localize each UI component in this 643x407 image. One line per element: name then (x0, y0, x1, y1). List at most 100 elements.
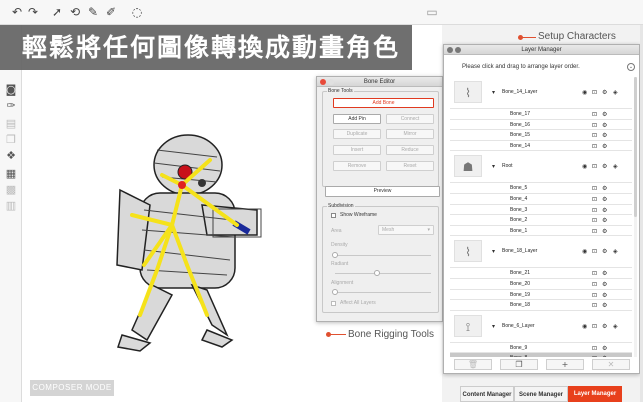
undo-icon[interactable]: ↶ (10, 5, 24, 19)
insert-button[interactable]: Insert (333, 145, 381, 155)
gear-icon[interactable]: ⚙ (602, 207, 607, 214)
gear-icon[interactable]: ⚙ (602, 228, 607, 235)
lasso-icon[interactable]: ◌ (130, 5, 144, 19)
show-wireframe-checkbox[interactable] (331, 213, 336, 218)
add-layer-button[interactable]: + (546, 359, 584, 370)
bone-row[interactable]: Bone_14 ⊡ ⚙ (450, 140, 632, 152)
reduce-button[interactable]: Reduce (386, 145, 434, 155)
lock-icon[interactable]: ⊡ (592, 228, 597, 235)
eye-icon[interactable]: ◉ (582, 163, 587, 170)
eye-icon[interactable]: ◉ (582, 248, 587, 255)
camera-icon[interactable]: ◙ (4, 83, 18, 97)
gear-icon[interactable]: ⚙ (602, 302, 607, 309)
gear-icon[interactable]: ⚙ (602, 196, 607, 203)
gear-icon[interactable]: ⚙ (602, 323, 607, 330)
alignment-slider-knob[interactable] (332, 289, 338, 295)
duplicate-button[interactable]: Duplicate (333, 129, 381, 139)
grid-icon[interactable]: ▩ (4, 183, 18, 197)
lock-icon[interactable]: ⊡ (592, 345, 597, 352)
lock-icon[interactable]: ⊡ (592, 355, 597, 357)
gear-icon[interactable]: ⚙ (602, 163, 607, 170)
bone-row[interactable]: Bone_19 ⊡ ⚙ (450, 289, 632, 301)
toolbar-option-icon[interactable]: ▭ (425, 5, 439, 19)
reset-button[interactable]: Reset (386, 161, 434, 171)
delete-layer-button[interactable]: 🗑 (454, 359, 492, 370)
layer-group-row[interactable]: ☗ ▾ Root ◉ ⊡ ⚙ ◈ (450, 151, 632, 184)
bone-row[interactable]: Bone_21 ⊡ ⚙ (450, 268, 632, 279)
bone-row[interactable]: Bone_8 ⊡ ⚙ (450, 353, 632, 357)
gear-icon[interactable]: ⚙ (602, 111, 607, 118)
bone-row[interactable]: Bone_9 ⊡ ⚙ (450, 342, 632, 354)
radiant-slider-knob[interactable] (374, 270, 380, 276)
eye-icon[interactable]: ◉ (582, 323, 587, 330)
density-slider-knob[interactable] (332, 252, 338, 258)
visibility-icon[interactable]: ◈ (613, 248, 618, 255)
lock-icon[interactable]: ⊡ (592, 281, 597, 288)
remove-layer-button[interactable]: ✕ (592, 359, 630, 370)
density-slider[interactable] (335, 255, 431, 256)
gear-icon[interactable]: ⚙ (602, 270, 607, 277)
collapse-icon[interactable]: ⌄ (627, 63, 635, 71)
lock-icon[interactable]: ⊡ (592, 122, 597, 129)
remove-button[interactable]: Remove (333, 161, 381, 171)
lock-icon[interactable]: ⊡ (592, 323, 597, 330)
lock-icon[interactable]: ⊡ (592, 207, 597, 214)
lock-icon[interactable]: ⊡ (592, 111, 597, 118)
gear-icon[interactable]: ⚙ (602, 122, 607, 129)
tab-layer-manager[interactable]: Layer Manager (568, 386, 622, 402)
gear-icon[interactable]: ⚙ (602, 143, 607, 150)
bone-row[interactable]: Bone_5 ⊡ ⚙ (450, 183, 632, 194)
transform-icon[interactable]: ⟲ (68, 5, 82, 19)
select-arrow-icon[interactable]: ➚ (50, 5, 64, 19)
redo-icon[interactable]: ↷ (26, 5, 40, 19)
bone-row[interactable]: Bone_18 ⊡ ⚙ (450, 300, 632, 311)
expand-arrow-icon[interactable]: ▾ (492, 89, 495, 96)
bone-row[interactable]: Bone_2 ⊡ ⚙ (450, 215, 632, 226)
gear-icon[interactable]: ⚙ (602, 292, 607, 299)
bone-row[interactable]: Bone_4 ⊡ ⚙ (450, 194, 632, 205)
shirt-icon[interactable]: ❖ (4, 149, 18, 163)
bone-row[interactable]: Bone_20 ⊡ ⚙ (450, 279, 632, 290)
minimize-icon[interactable] (328, 79, 334, 85)
brush-icon[interactable]: ✐ (104, 5, 118, 19)
film-icon[interactable]: ▦ (4, 167, 18, 181)
layer-group-row[interactable]: ⌇ ▾ Bone_14_Layer ◉ ⊡ ⚙ ◈ (450, 77, 632, 109)
gear-icon[interactable]: ⚙ (602, 132, 607, 139)
bone-row[interactable]: Bone_17 ⊡ ⚙ (450, 109, 632, 120)
layer-group-row[interactable]: ⟟ ▾ Bone_6_Layer ◉ ⊡ ⚙ ◈ (450, 310, 632, 343)
lock-icon[interactable]: ⊡ (592, 163, 597, 170)
minimize-icon[interactable] (455, 47, 461, 53)
lock-icon[interactable]: ⊡ (592, 302, 597, 309)
bone-row[interactable]: Bone_16 ⊡ ⚙ (450, 119, 632, 131)
lock-icon[interactable]: ⊡ (592, 196, 597, 203)
close-icon[interactable] (320, 79, 326, 85)
lock-icon[interactable]: ⊡ (592, 143, 597, 150)
add-pin-button[interactable]: Add Pin (333, 114, 381, 124)
gear-icon[interactable]: ⚙ (602, 345, 607, 352)
layer-list-scrollbar[interactable] (634, 77, 637, 357)
radiant-slider[interactable] (335, 273, 431, 274)
lock-icon[interactable]: ⊡ (592, 270, 597, 277)
close-icon[interactable] (447, 47, 453, 53)
expand-arrow-icon[interactable]: ▾ (492, 163, 495, 170)
gear-icon[interactable]: ⚙ (602, 185, 607, 192)
gear-icon[interactable]: ⚙ (602, 89, 607, 96)
alignment-slider[interactable] (335, 292, 431, 293)
layer-list[interactable]: ⌇ ▾ Bone_14_Layer ◉ ⊡ ⚙ ◈ Bone_17 ⊡ ⚙ Bone_16 ⊡ ⚙ Bon… (450, 77, 632, 357)
area-select[interactable]: Mesh ▾ (378, 225, 434, 235)
stack-icon[interactable]: ▥ (4, 199, 18, 213)
expand-arrow-icon[interactable]: ▾ (492, 323, 495, 330)
eye-icon[interactable]: ◉ (582, 89, 587, 96)
connect-button[interactable]: Connect (386, 114, 434, 124)
visibility-icon[interactable]: ◈ (613, 89, 618, 96)
layer-group-row[interactable]: ⌇ ▾ Bone_18_Layer ◉ ⊡ ⚙ ◈ (450, 236, 632, 269)
add-bone-button[interactable]: Add Bone (333, 98, 434, 108)
expand-arrow-icon[interactable]: ▾ (492, 248, 495, 255)
lock-icon[interactable]: ⊡ (592, 248, 597, 255)
lock-icon[interactable]: ⊡ (592, 185, 597, 192)
gear-icon[interactable]: ⚙ (602, 281, 607, 288)
affect-all-checkbox[interactable] (331, 301, 336, 306)
tab-scene-manager[interactable]: Scene Manager (514, 386, 568, 402)
preview-button[interactable]: Preview (325, 186, 440, 197)
mirror-button[interactable]: Mirror (386, 129, 434, 139)
